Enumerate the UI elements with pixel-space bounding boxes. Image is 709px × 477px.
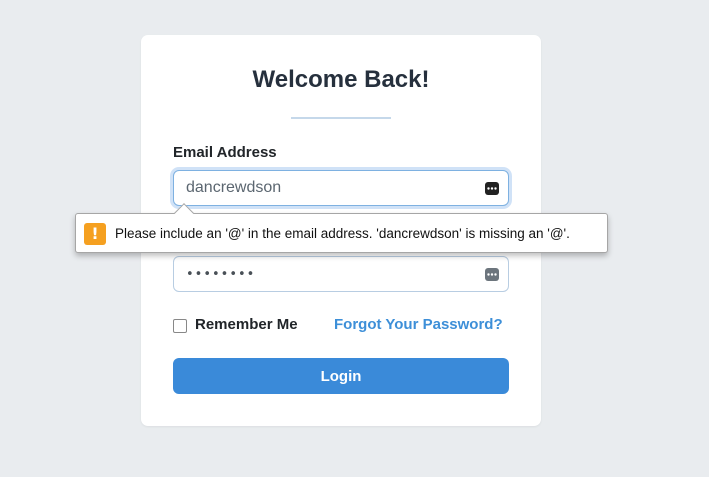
remember-me-label[interactable]: Remember Me bbox=[195, 316, 298, 333]
password-field[interactable] bbox=[173, 256, 509, 292]
email-input[interactable] bbox=[186, 171, 476, 205]
validation-tooltip: ! Please include an '@' in the email add… bbox=[75, 203, 608, 253]
autofill-key-icon[interactable] bbox=[485, 268, 499, 281]
warning-icon: ! bbox=[84, 223, 106, 245]
autofill-key-icon[interactable] bbox=[485, 182, 499, 195]
remember-me-checkbox[interactable] bbox=[173, 319, 187, 333]
email-field[interactable] bbox=[173, 170, 509, 206]
validation-message: Please include an '@' in the email addre… bbox=[115, 226, 570, 241]
email-label: Email Address bbox=[173, 144, 277, 161]
login-button[interactable]: Login bbox=[173, 358, 509, 394]
page-title: Welcome Back! bbox=[252, 66, 430, 93]
forgot-password-link[interactable]: Forgot Your Password? bbox=[334, 316, 503, 333]
title-divider bbox=[291, 117, 391, 119]
password-input[interactable] bbox=[186, 257, 476, 291]
